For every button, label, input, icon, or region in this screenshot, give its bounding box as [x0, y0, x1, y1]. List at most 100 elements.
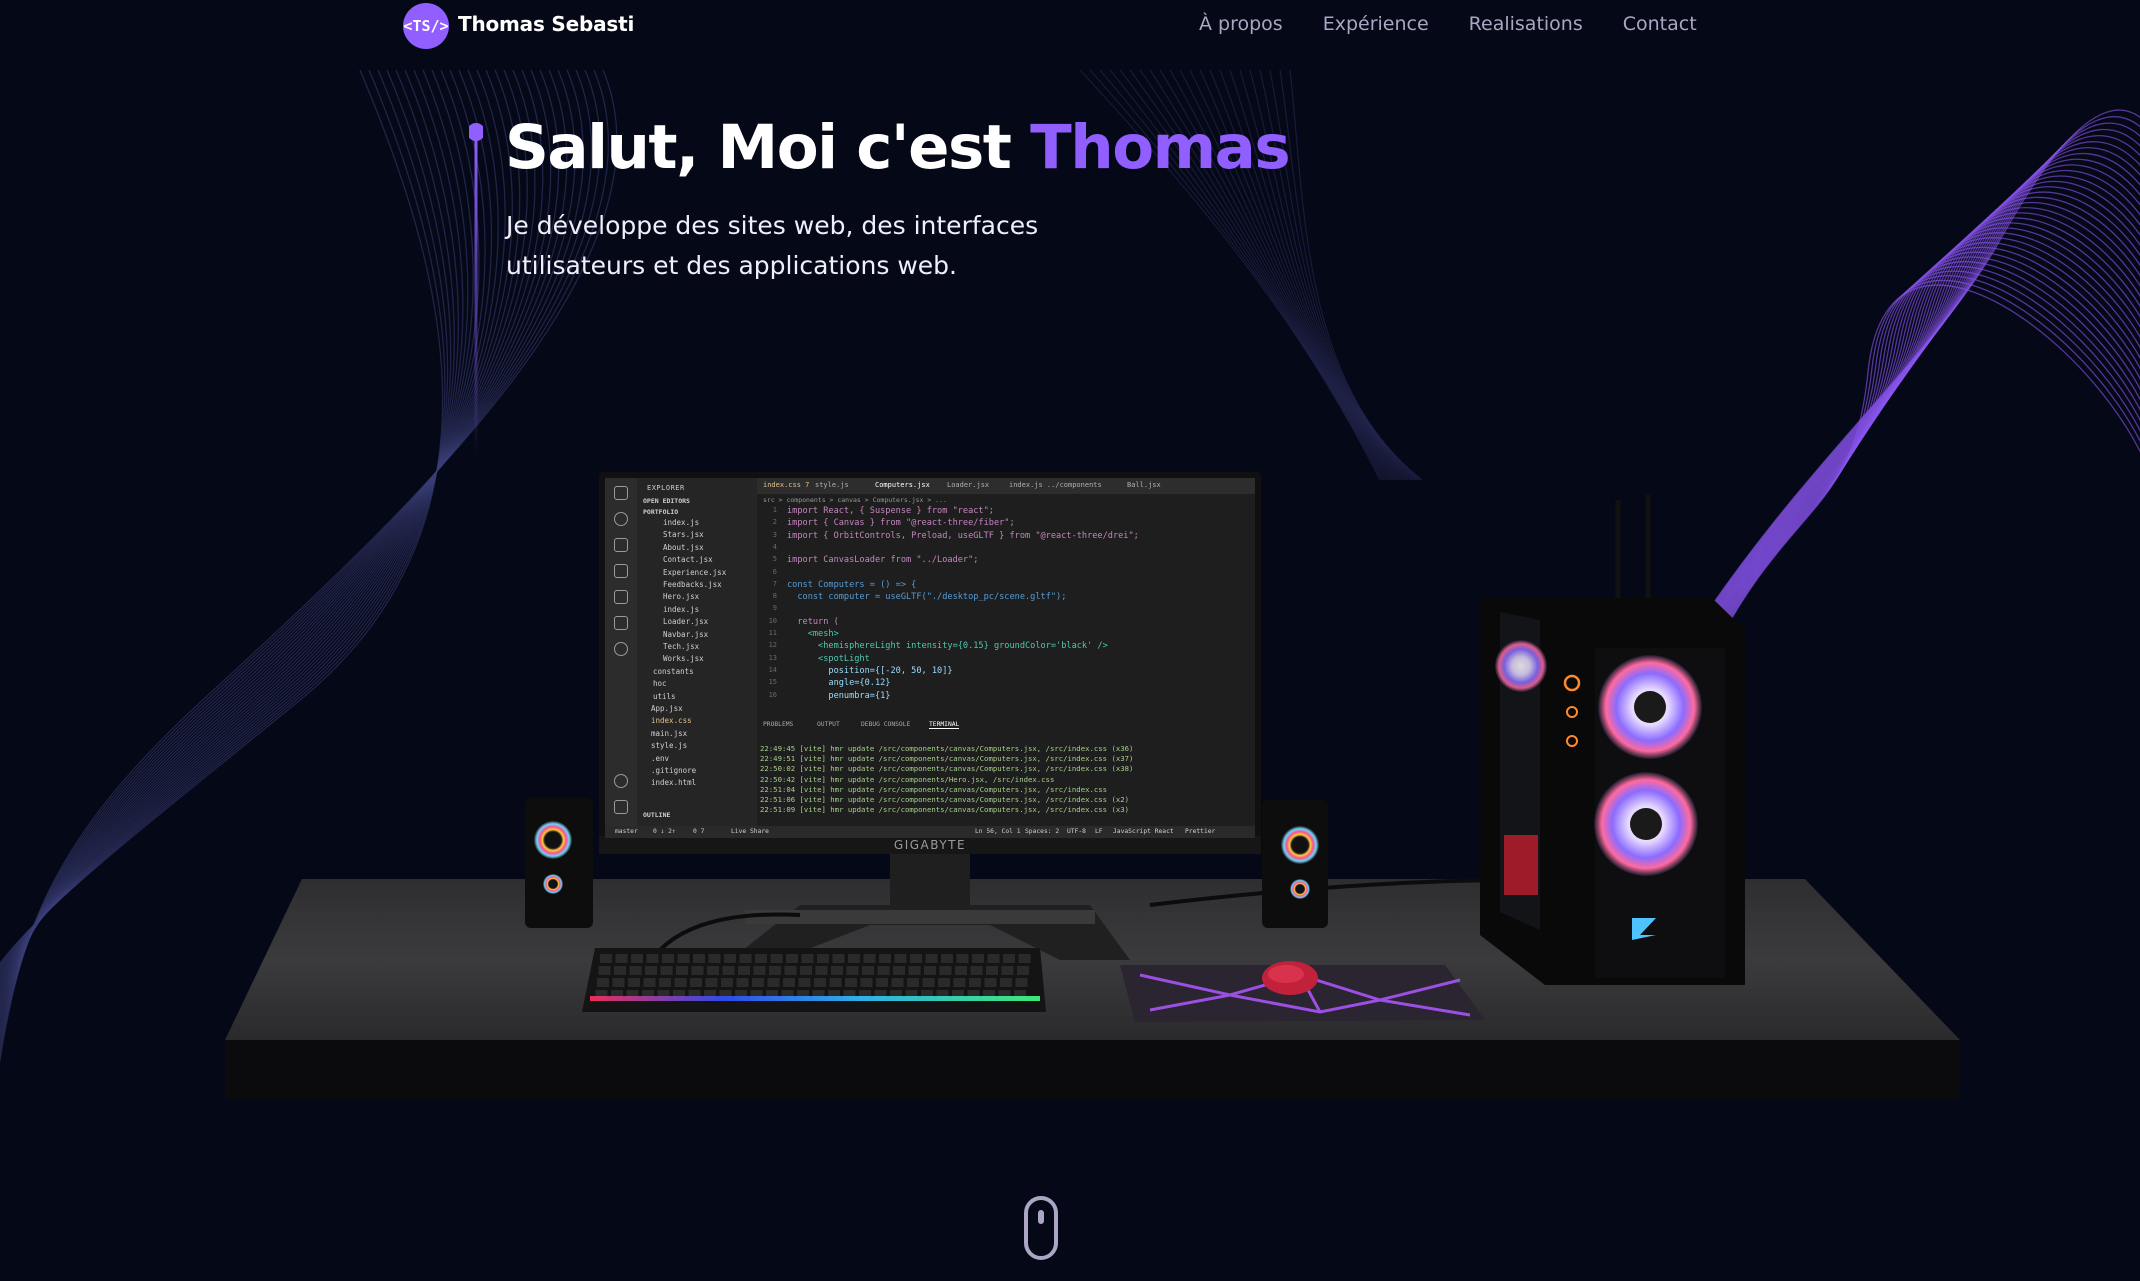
nav-link-experience[interactable]: Expérience — [1323, 13, 1429, 35]
status-live-share[interactable]: Live Share — [731, 828, 769, 835]
status-language[interactable]: JavaScript React — [1113, 828, 1174, 835]
keyboard-key — [690, 978, 702, 987]
keyboard-key — [984, 978, 997, 987]
code-line: <mesh> — [787, 629, 839, 639]
explorer-file[interactable]: hoc — [653, 679, 667, 688]
outline-label[interactable]: OUTLINE — [643, 811, 670, 819]
status-spaces[interactable]: Spaces: 2 — [1025, 828, 1059, 835]
status-prettier[interactable]: Prettier — [1185, 828, 1215, 835]
keyboard-key — [784, 966, 797, 975]
open-editors-label[interactable]: OPEN EDITORS — [643, 497, 690, 505]
brand-name[interactable]: Thomas Sebasti — [458, 12, 634, 36]
line-number: 1 — [772, 506, 777, 514]
explorer-file[interactable]: App.jsx — [651, 704, 683, 713]
explorer-file[interactable]: .gitignore — [651, 766, 696, 775]
panel-tab-output[interactable]: OUTPUT — [817, 721, 840, 728]
right-speaker — [1262, 800, 1328, 928]
keyboard-key — [707, 966, 719, 975]
status-sync[interactable]: 0 ↓ 2↑ — [653, 828, 676, 835]
explorer-file[interactable]: index.css — [651, 716, 692, 725]
status-branch[interactable]: master — [615, 828, 638, 835]
keyboard-key — [891, 978, 904, 987]
keyboard — [582, 948, 1046, 1012]
keyboard-key — [615, 954, 628, 963]
terminal-line: 22:50:02 [vite] hmr update /src/componen… — [760, 764, 1134, 774]
keyboard-key — [674, 978, 687, 987]
explorer-file[interactable]: Hero.jsx — [663, 592, 699, 601]
tab-ball-jsx[interactable]: Ball.jsx — [1127, 481, 1161, 489]
keyboard-key — [612, 978, 625, 987]
status-encoding[interactable]: UTF-8 — [1067, 828, 1086, 835]
keyboard-key — [677, 954, 690, 963]
breadcrumb[interactable]: src > components > canvas > Computers.js… — [763, 496, 947, 504]
explorer-file[interactable]: index.js — [663, 518, 699, 527]
explorer-file[interactable]: About.jsx — [663, 543, 704, 552]
panel-tab-problems[interactable]: PROBLEMS — [763, 721, 793, 728]
keyboard-key — [786, 954, 798, 963]
explorer-file[interactable]: .env — [651, 754, 669, 763]
keyboard-key — [643, 978, 656, 987]
tab-loader-jsx[interactable]: Loader.jsx — [947, 481, 989, 489]
line-number: 5 — [772, 555, 777, 564]
logo-icon[interactable]: <TS/> — [403, 3, 449, 49]
keyboard-key — [907, 978, 919, 987]
explorer-file[interactable]: Loader.jsx — [663, 617, 708, 626]
scroll-down-indicator[interactable] — [1024, 1196, 1058, 1260]
search-icon — [614, 512, 628, 526]
panel-tab-debug-console[interactable]: DEBUG CONSOLE — [861, 721, 910, 728]
keyboard-key — [801, 954, 814, 963]
code-line: import { OrbitControls, Preload, useGLTF… — [787, 530, 1139, 541]
keyboard-key — [972, 954, 984, 963]
explorer-file[interactable]: index.html — [651, 778, 696, 787]
keyboard-key — [705, 978, 718, 987]
explorer-file[interactable]: Contact.jsx — [663, 555, 713, 564]
explorer-file[interactable]: index.js — [663, 605, 699, 614]
tab-computers-jsx[interactable]: Computers.jsx — [875, 481, 930, 489]
status-position[interactable]: Ln 56, Col 1 — [975, 828, 1021, 835]
explorer-file[interactable]: utils — [653, 692, 676, 701]
keyboard-key — [798, 978, 811, 987]
keyboard-key — [1000, 978, 1012, 987]
code-line: angle={0.12} — [787, 678, 891, 689]
keyboard-key — [846, 966, 859, 975]
run-debug-icon — [614, 564, 628, 578]
code-line: penumbra={1} — [787, 690, 891, 701]
line-number: 13 — [768, 653, 777, 662]
explorer-file[interactable]: main.jsx — [651, 729, 687, 738]
explorer-file[interactable]: Stars.jsx — [663, 530, 704, 539]
explorer-file[interactable]: constants — [653, 667, 694, 676]
nav-link-works[interactable]: Realisations — [1469, 13, 1583, 35]
panel-tab-terminal[interactable]: TERMINAL — [929, 721, 960, 729]
keyboard-key — [986, 966, 998, 975]
keyboard-key — [755, 954, 767, 963]
explorer-file[interactable]: style.js — [651, 741, 687, 750]
explorer-file[interactable]: Tech.jsx — [663, 642, 699, 651]
nav-link-about[interactable]: À propos — [1199, 13, 1283, 35]
keyboard-key — [693, 954, 705, 963]
navbar: <TS/> Thomas Sebasti À propos Expérience… — [0, 0, 2140, 68]
keyboard-key — [832, 954, 845, 963]
keyboard-key — [1018, 954, 1031, 963]
tab-index-css[interactable]: index.css 7 — [763, 481, 809, 489]
status-problems[interactable]: 0 7 — [693, 828, 704, 835]
code-editor[interactable]: 1 import React, { Suspense } from "react"… — [757, 506, 1237, 701]
vscode-status-bar: master 0 ↓ 2↑ 0 7 Live Share Ln 56, Col … — [605, 826, 1255, 838]
explorer-file[interactable]: Feedbacks.jsx — [663, 580, 722, 589]
status-eol[interactable]: LF — [1095, 828, 1103, 835]
code-line: const computer = useGLTF("./desktop_pc/s… — [787, 592, 1067, 603]
project-folder-label[interactable]: PORTFOLIO — [643, 508, 678, 516]
keyboard-key — [876, 978, 888, 987]
nav-link-contact[interactable]: Contact — [1623, 13, 1697, 35]
tab-style-js[interactable]: style.js — [815, 481, 849, 489]
panel-tabs: PROBLEMS OUTPUT DEBUG CONSOLE TERMINAL — [757, 721, 1255, 735]
keyboard-key — [597, 978, 609, 987]
vscode-activity-bar — [605, 478, 637, 838]
explorer-file[interactable]: Experience.jsx — [663, 568, 726, 577]
keyboard-key — [939, 966, 952, 975]
explorer-file[interactable]: Works.jsx — [663, 654, 704, 663]
tab-index-js[interactable]: index.js ../components — [1009, 481, 1102, 489]
computer-mouse — [1262, 961, 1318, 995]
explorer-file[interactable]: Navbar.jsx — [663, 630, 708, 639]
line-number: 12 — [768, 641, 777, 650]
keyboard-key — [815, 966, 828, 975]
